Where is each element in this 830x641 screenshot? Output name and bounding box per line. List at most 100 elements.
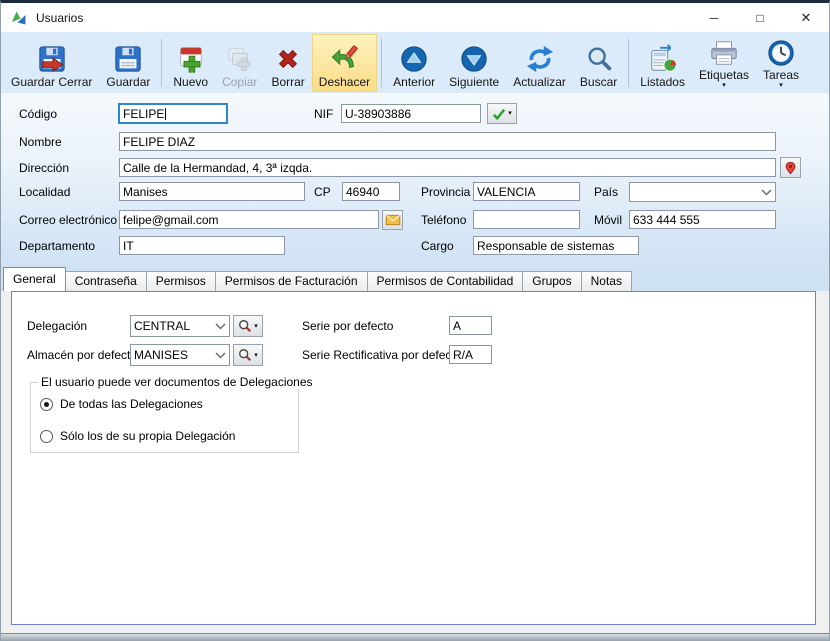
direccion-input[interactable] xyxy=(119,158,776,177)
almacen-lookup-button[interactable]: ▾ xyxy=(233,344,263,366)
toolbar-button-listados[interactable]: Listados xyxy=(633,34,692,92)
tab-notas[interactable]: Notas xyxy=(581,271,632,291)
correo-label: Correo electrónico xyxy=(19,213,117,227)
maximize-button[interactable]: □ xyxy=(737,3,783,32)
minimize-button[interactable]: ─ xyxy=(691,3,737,32)
toolbar-button-etiquetas[interactable]: Etiquetas ▾ xyxy=(692,34,756,92)
serie-label: Serie por defecto xyxy=(302,319,393,333)
refresh-icon xyxy=(525,43,555,75)
tab-grupos[interactable]: Grupos xyxy=(522,271,581,291)
magnifier-icon xyxy=(238,319,252,333)
almacen-value: MANISES xyxy=(134,348,188,362)
toolbar-button-label: Copiar xyxy=(222,76,257,89)
new-record-icon xyxy=(176,43,206,75)
tab-permisos[interactable]: Permisos xyxy=(146,271,216,291)
telefono-input[interactable] xyxy=(473,210,580,229)
map-pin-icon xyxy=(784,160,797,176)
radio-selected-icon xyxy=(40,398,53,411)
toolbar-button-label: Guardar Cerrar xyxy=(11,76,92,89)
nif-input[interactable] xyxy=(341,104,481,123)
titlebar: Usuarios ─ □ ✕ xyxy=(1,3,829,32)
previous-icon xyxy=(399,43,429,75)
almacen-label: Almacén por defecto xyxy=(27,348,137,362)
tab-general[interactable]: General xyxy=(3,267,66,291)
toolbar-button-siguiente[interactable]: Siguiente xyxy=(442,34,506,92)
toolbar-separator xyxy=(628,39,629,87)
tab-permisos-facturacion[interactable]: Permisos de Facturación xyxy=(215,271,368,291)
toolbar-button-anterior[interactable]: Anterior xyxy=(386,34,442,92)
toolbar-button-label: Siguiente xyxy=(449,76,499,89)
envelope-icon xyxy=(385,214,401,226)
dropdown-arrow-icon: ▾ xyxy=(722,83,726,89)
radio-unselected-icon xyxy=(40,430,53,443)
toolbar-button-label: Nuevo xyxy=(173,76,208,89)
serie-rectificativa-input[interactable] xyxy=(449,345,492,364)
text-caret xyxy=(165,108,166,120)
pais-select[interactable] xyxy=(629,182,776,202)
toolbar-button-deshacer[interactable]: Deshacer xyxy=(312,34,377,92)
codigo-input[interactable]: FELIPE xyxy=(118,103,228,124)
localidad-input[interactable] xyxy=(119,182,305,201)
tab-permisos-contabilidad[interactable]: Permisos de Contabilidad xyxy=(367,271,524,291)
movil-label: Móvil xyxy=(594,213,622,227)
toolbar-button-nuevo[interactable]: Nuevo xyxy=(166,34,215,92)
toolbar: Guardar Cerrar Guardar xyxy=(1,32,829,93)
toolbar-button-copiar: Copiar xyxy=(215,34,264,92)
nif-validate-button[interactable]: ▾ xyxy=(487,103,517,124)
toolbar-button-label: Listados xyxy=(640,76,685,89)
provincia-input[interactable] xyxy=(473,182,580,201)
almacen-select[interactable]: MANISES xyxy=(130,344,230,366)
toolbar-button-label: Buscar xyxy=(580,76,617,89)
dropdown-arrow-icon: ▾ xyxy=(508,110,512,117)
map-button[interactable] xyxy=(780,157,801,178)
departamento-label: Departamento xyxy=(19,239,95,253)
toolbar-button-actualizar[interactable]: Actualizar xyxy=(506,34,573,92)
delegacion-lookup-button[interactable]: ▾ xyxy=(233,315,263,337)
toolbar-button-label: Actualizar xyxy=(513,76,566,89)
nombre-input[interactable] xyxy=(119,132,776,151)
pais-label: País xyxy=(594,185,618,199)
tab-contrasena[interactable]: Contraseña xyxy=(65,271,147,291)
toolbar-button-label: Tareas xyxy=(763,69,799,82)
toolbar-button-borrar[interactable]: Borrar xyxy=(264,34,311,92)
departamento-input[interactable] xyxy=(119,236,285,255)
radio-propia-delegacion[interactable]: Sólo los de su propia Delegación xyxy=(40,429,235,443)
radio-label: Sólo los de su propia Delegación xyxy=(60,429,235,443)
codigo-label: Código xyxy=(19,107,57,121)
localidad-label: Localidad xyxy=(19,185,70,199)
user-form: Código FELIPE NIF ▾ Nombre Dirección Loc… xyxy=(1,93,829,267)
send-email-button[interactable] xyxy=(382,210,403,230)
save-close-icon xyxy=(37,43,67,75)
toolbar-button-guardar[interactable]: Guardar xyxy=(99,34,157,92)
codigo-value: FELIPE xyxy=(123,107,164,121)
delegacion-label: Delegación xyxy=(27,319,87,333)
chevron-down-icon xyxy=(215,352,226,359)
usuarios-window: Usuarios ─ □ ✕ Guardar Cerrar xyxy=(0,0,830,641)
next-icon xyxy=(459,43,489,75)
dropdown-arrow-icon: ▾ xyxy=(779,83,783,89)
direccion-label: Dirección xyxy=(19,161,69,175)
delegacion-select[interactable]: CENTRAL xyxy=(130,315,230,337)
radio-todas-delegaciones[interactable]: De todas las Delegaciones xyxy=(40,397,203,411)
close-button[interactable]: ✕ xyxy=(783,3,829,32)
cp-label: CP xyxy=(314,185,331,199)
chevron-down-icon xyxy=(215,323,226,330)
window-controls: ─ □ ✕ xyxy=(691,3,829,32)
toolbar-button-label: Etiquetas xyxy=(699,69,749,82)
printer-icon xyxy=(709,37,739,68)
toolbar-button-buscar[interactable]: Buscar xyxy=(573,34,624,92)
movil-input[interactable] xyxy=(629,210,776,229)
correo-input[interactable] xyxy=(119,210,379,229)
serie-input[interactable] xyxy=(449,316,492,335)
nombre-label: Nombre xyxy=(19,135,62,149)
toolbar-separator xyxy=(381,39,382,87)
toolbar-button-label: Deshacer xyxy=(319,76,370,89)
toolbar-button-tareas[interactable]: Tareas ▾ xyxy=(756,34,806,92)
cargo-input[interactable] xyxy=(473,236,639,255)
cp-input[interactable] xyxy=(342,182,400,201)
tab-panel-region: Delegación CENTRAL ▾ Serie por defecto A… xyxy=(1,291,829,641)
toolbar-button-guardar-cerrar[interactable]: Guardar Cerrar xyxy=(4,34,99,92)
save-icon xyxy=(113,43,143,75)
tabstrip: General Contraseña Permisos Permisos de … xyxy=(1,267,829,291)
check-icon xyxy=(492,108,506,120)
